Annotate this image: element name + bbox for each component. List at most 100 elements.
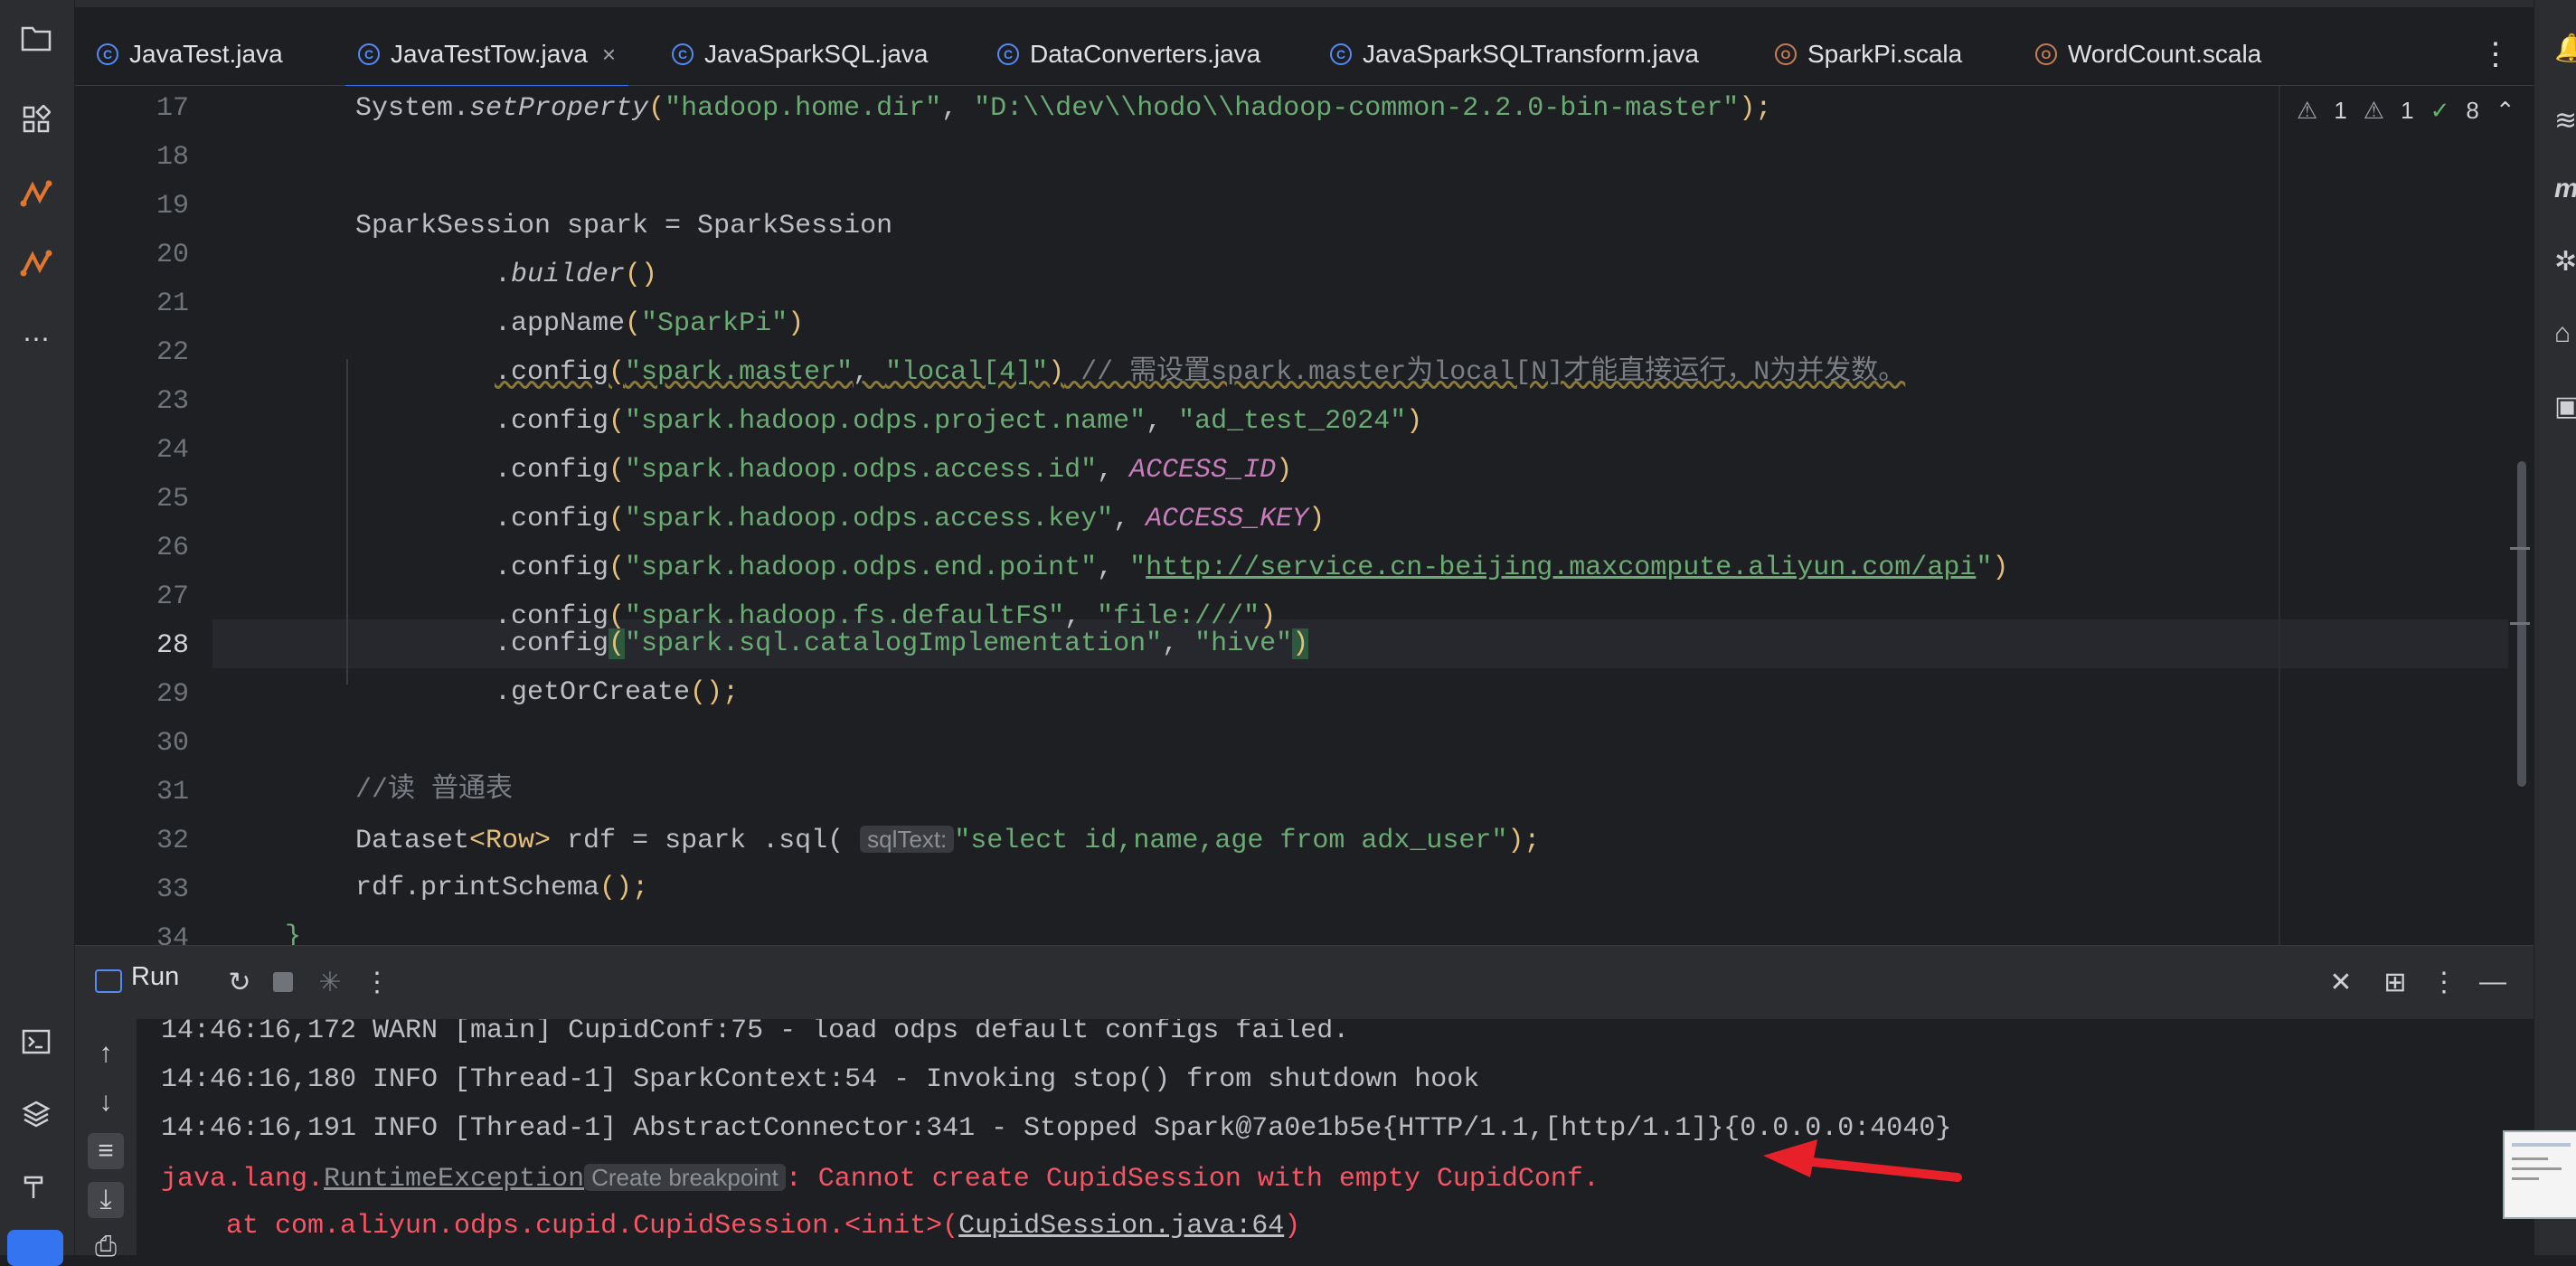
tab-overflow-menu-icon[interactable]: ⋮ [2480,27,2511,81]
line-number: 31 [156,777,189,808]
typo-check-icon: ✓ [2430,96,2450,124]
line-number: 33 [156,874,189,905]
scroll-marker [2510,547,2530,550]
code-line-21: .appName("SparkPi") [495,308,805,339]
console-stacktrace-line: at com.aliyun.odps.cupid.CupidSession.<i… [161,1211,1301,1242]
java-class-icon: C [997,43,1019,65]
java-class-icon: C [1330,43,1352,65]
line-number: 18 [156,142,189,173]
run-console-output[interactable]: 14:46:16,172 WARN [main] CupidConf:75 - … [137,1019,2534,1255]
run-tool-active-icon[interactable] [7,1230,63,1266]
tab-javasparksql[interactable]: C JavaSparkSQL.java [672,27,928,81]
notifications-icon[interactable]: 🔔 [2554,33,2576,65]
console-side-toolbar: ↑ ↓ ≡ ⤓ ⎙ [75,1019,137,1261]
structure-icon[interactable] [18,101,54,137]
line-number: 24 [156,435,189,466]
gradle-icon[interactable]: ⌂ [2554,318,2576,351]
big-data-tools-icon-2[interactable] [18,246,54,282]
java-class-icon: C [97,43,118,65]
maven-icon[interactable]: m [2554,174,2576,206]
code-line-23: .config("spark.hadoop.odps.project.name"… [495,406,1423,437]
line-number: 21 [156,288,189,319]
line-number: 30 [156,728,189,759]
tab-javasparksqltransform[interactable]: C JavaSparkSQLTransform.java [1330,27,1699,81]
line-number: 19 [156,191,189,222]
source-location-link[interactable]: CupidSession.java:64 [958,1211,1284,1242]
right-margin-guide [2279,86,2280,945]
editor-tab-bar: C JavaTest.java C JavaTestTow.java × C JavaS… [75,0,2534,90]
create-breakpoint-hint[interactable]: Create breakpoint [584,1164,786,1191]
scroll-up-icon[interactable]: ↑ [88,1035,124,1072]
run-console-icon [95,969,122,993]
run-tab-title[interactable]: Run [131,962,179,992]
terminal-icon[interactable] [18,1024,54,1060]
code-line-32: Dataset<Row> rdf = spark .sql( sqlText: "… [355,826,1541,856]
code-line-33: rdf.printSchema(); [355,873,649,903]
print-icon[interactable]: ⎙ [88,1229,124,1265]
console-error-line: java.lang.RuntimeException Create breakpo… [161,1164,1599,1195]
line-number: 20 [156,240,189,270]
line-number: 17 [156,93,189,124]
code-line-34: } [285,921,302,945]
line-number: 26 [156,533,189,563]
line-number: 29 [156,679,189,710]
parameter-hint: sqlText: [860,826,955,853]
run-tool-window-header: Run ↻ ✳ ⋮ ✕ ⊞ ⋮ — [75,945,2534,1020]
close-tab-icon[interactable]: × [602,41,616,69]
warning-icon: ⚠ [2297,96,2318,124]
exception-class-link[interactable]: RuntimeException [324,1164,584,1195]
minimize-panel-icon[interactable]: — [2475,964,2511,1000]
scala-object-icon: O [1775,43,1797,65]
big-data-tools-icon[interactable] [18,176,54,213]
line-number-gutter[interactable]: 17 18 19 20 21 22 23 24 25 26 27 28 29 3… [75,86,212,954]
code-line-29: .getOrCreate(); [495,677,740,708]
project-folder-icon[interactable] [18,20,54,56]
tab-dataconverters[interactable]: C DataConverters.java [997,27,1260,81]
inspection-widget[interactable]: ⚠1 ⚠1 ✓8 ⌃ ⌄ [2297,90,2551,130]
layout-icon[interactable]: ⊞ [2377,964,2413,1000]
build-hammer-icon[interactable] [18,1168,54,1205]
ai-assistant-icon[interactable]: ▣ [2554,391,2576,423]
debug-icon[interactable]: ✳ [312,964,348,1000]
screenshot-thumbnail[interactable] [2503,1130,2576,1219]
line-number: 22 [156,337,189,368]
more-tools-icon[interactable]: ⋯ [18,321,54,357]
scroll-down-icon[interactable]: ↓ [88,1084,124,1120]
line-number: 25 [156,484,189,515]
tab-javatest[interactable]: C JavaTest.java [97,27,283,81]
tab-javatesttow[interactable]: C JavaTestTow.java × [344,27,629,90]
line-number-current: 28 [156,630,189,661]
line-number: 23 [156,386,189,417]
code-line-19: SparkSession spark = SparkSession [355,211,893,241]
run-options-icon[interactable]: ⋮ [359,964,395,1000]
panel-options-icon[interactable]: ⋮ [2426,964,2462,1000]
java-class-icon: C [672,43,694,65]
console-line: 14:46:16,172 WARN [main] CupidConf:75 - … [161,1019,1350,1046]
rerun-icon[interactable]: ↻ [222,964,258,1000]
code-line-25: .config("spark.hadoop.odps.access.key", … [495,504,1326,534]
spark-icon[interactable]: ✲ [2554,246,2576,279]
scroll-to-end-icon[interactable]: ⤓ [88,1182,124,1218]
tab-sparkpi[interactable]: O SparkPi.scala [1775,27,1962,81]
previous-highlight-icon[interactable]: ⌃ [2496,97,2515,125]
right-tool-window-bar: 🔔 ≋ m ✲ ⌂ ▣ [2534,0,2576,1255]
console-line: 14:46:16,191 INFO [Thread-1] AbstractCon… [161,1113,1952,1144]
scroll-marker [2510,622,2530,625]
close-run-icon[interactable]: ✕ [2323,964,2359,1000]
code-editor[interactable]: System.setProperty("hadoop.home.dir", "D… [75,86,2508,945]
code-line-20: .builder() [495,260,658,290]
tab-wordcount[interactable]: O WordCount.scala [2035,27,2261,81]
line-number: 27 [156,581,189,612]
left-tool-window-bar: ⋯ [0,0,75,1266]
indent-guide [346,359,348,685]
stop-icon[interactable] [265,964,301,1000]
java-class-icon: C [358,43,380,65]
console-line: 14:46:16,180 INFO [Thread-1] SparkContex… [161,1064,1480,1095]
line-number: 32 [156,826,189,856]
services-icon[interactable] [18,1096,54,1132]
soft-wrap-icon[interactable]: ≡ [88,1133,124,1169]
code-line-26: .config("spark.hadoop.odps.end.point", "… [495,553,2009,583]
database-icon[interactable]: ≋ [2554,105,2576,137]
endpoint-url-link[interactable]: http://service.cn-beijing.maxcompute.ali… [1146,553,1976,583]
code-line-17: System.setProperty("hadoop.home.dir", "D… [355,93,1772,124]
